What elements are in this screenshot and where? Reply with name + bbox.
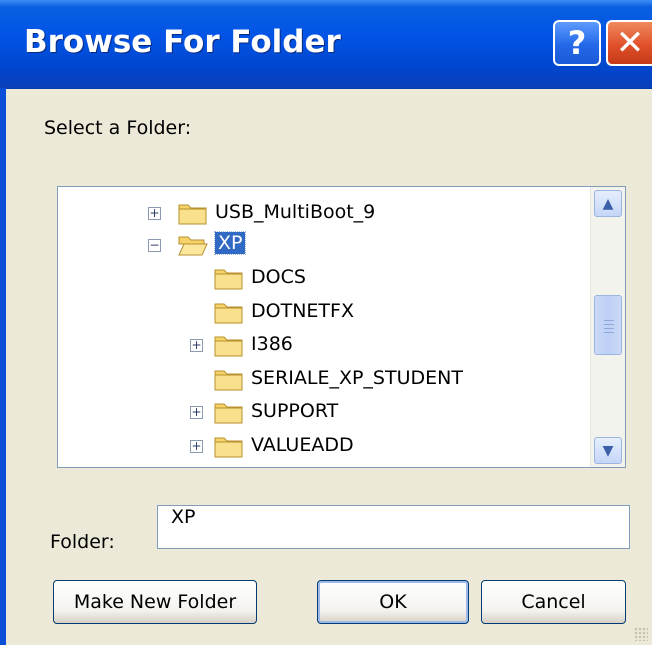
folder-field-label: Folder:	[50, 531, 115, 553]
folder-icon	[214, 437, 243, 458]
collapse-icon[interactable]: −	[148, 239, 161, 252]
make-new-folder-button[interactable]: Make New Folder	[53, 580, 257, 624]
folder-icon	[214, 336, 243, 357]
folder-icon	[178, 204, 207, 225]
close-icon: ✕	[615, 23, 645, 63]
close-button[interactable]: ✕	[606, 20, 652, 66]
folder-icon	[214, 269, 243, 290]
tree-item-label: VALUEADD	[251, 434, 354, 456]
tree-item-docs[interactable]: DOCS	[58, 261, 588, 295]
tree-item-dotnetfx[interactable]: DOTNETFX	[58, 295, 588, 329]
tree-item-label: I386	[251, 333, 293, 355]
tree-item-label: SUPPORT	[251, 400, 339, 422]
tree-item-seriale-xp-student[interactable]: SERIALE_XP_STUDENT	[58, 362, 588, 396]
window-frame	[0, 88, 6, 645]
scroll-up-button[interactable]: ▲	[594, 190, 622, 217]
ok-label: OK	[379, 591, 407, 613]
vertical-scrollbar[interactable]: ▲ ▼	[590, 187, 625, 467]
scroll-thumb[interactable]	[594, 295, 622, 355]
expand-icon[interactable]: +	[190, 440, 203, 453]
help-icon: ?	[567, 24, 587, 62]
open-folder-icon	[178, 236, 208, 256]
grip-line	[604, 328, 614, 329]
chevron-down-icon: ▼	[602, 442, 614, 459]
title-bar[interactable]: Browse For Folder ? ✕	[0, 0, 652, 89]
tree-item-label: USB_MultiBoot_9	[215, 201, 376, 223]
grip-line	[604, 332, 614, 333]
folder-input[interactable]: XP	[157, 505, 630, 549]
scroll-down-button[interactable]: ▼	[594, 437, 622, 464]
tree-item-xp[interactable]: − XP	[58, 228, 588, 262]
chevron-up-icon: ▲	[602, 195, 614, 212]
folder-icon	[214, 303, 243, 324]
folder-tree[interactable]: + USB_MultiBoot_9 − XP DOCS DOTNETFX + I…	[57, 186, 626, 468]
folder-icon	[214, 403, 243, 424]
make-new-folder-label: Make New Folder	[73, 591, 237, 613]
help-button[interactable]: ?	[553, 20, 601, 66]
dialog-prompt: Select a Folder:	[44, 117, 192, 139]
grip-line	[604, 324, 614, 325]
tree-item-usb-multiboot[interactable]: + USB_MultiBoot_9	[58, 196, 588, 230]
tree-item-label: XP	[213, 231, 247, 255]
window-title: Browse For Folder	[24, 24, 341, 60]
tree-item-label: DOTNETFX	[251, 300, 354, 322]
folder-icon	[214, 370, 243, 391]
cancel-button[interactable]: Cancel	[481, 580, 626, 624]
tree-item-label: DOCS	[251, 266, 306, 288]
cancel-label: Cancel	[521, 591, 586, 613]
tree-item-valueadd[interactable]: + VALUEADD	[58, 429, 588, 463]
expand-icon[interactable]: +	[190, 339, 203, 352]
ok-button[interactable]: OK	[317, 580, 469, 624]
tree-item-i386[interactable]: + I386	[58, 328, 588, 362]
resize-grip[interactable]	[634, 627, 648, 641]
tree-item-label: SERIALE_XP_STUDENT	[251, 367, 463, 389]
grip-line	[604, 320, 614, 321]
expand-icon[interactable]: +	[190, 406, 203, 419]
expand-icon[interactable]: +	[148, 207, 161, 220]
tree-item-support[interactable]: + SUPPORT	[58, 395, 588, 429]
